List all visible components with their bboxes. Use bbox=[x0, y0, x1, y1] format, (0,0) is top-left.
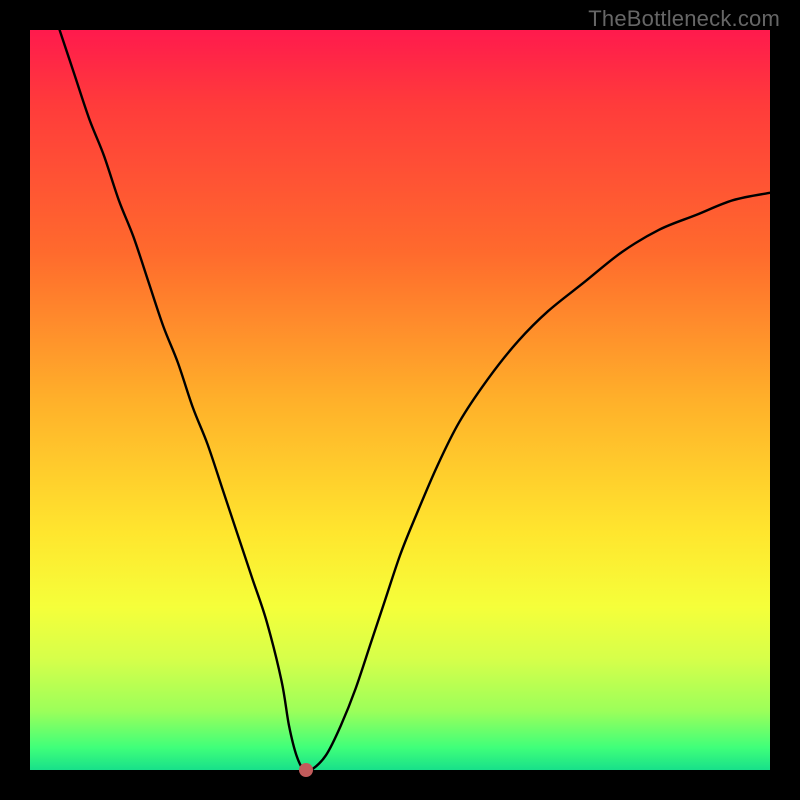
bottleneck-curve bbox=[60, 30, 770, 772]
minimum-marker bbox=[299, 763, 313, 777]
curve-svg bbox=[30, 30, 770, 770]
chart-frame: TheBottleneck.com bbox=[0, 0, 800, 800]
watermark-text: TheBottleneck.com bbox=[588, 6, 780, 32]
plot-area bbox=[30, 30, 770, 770]
